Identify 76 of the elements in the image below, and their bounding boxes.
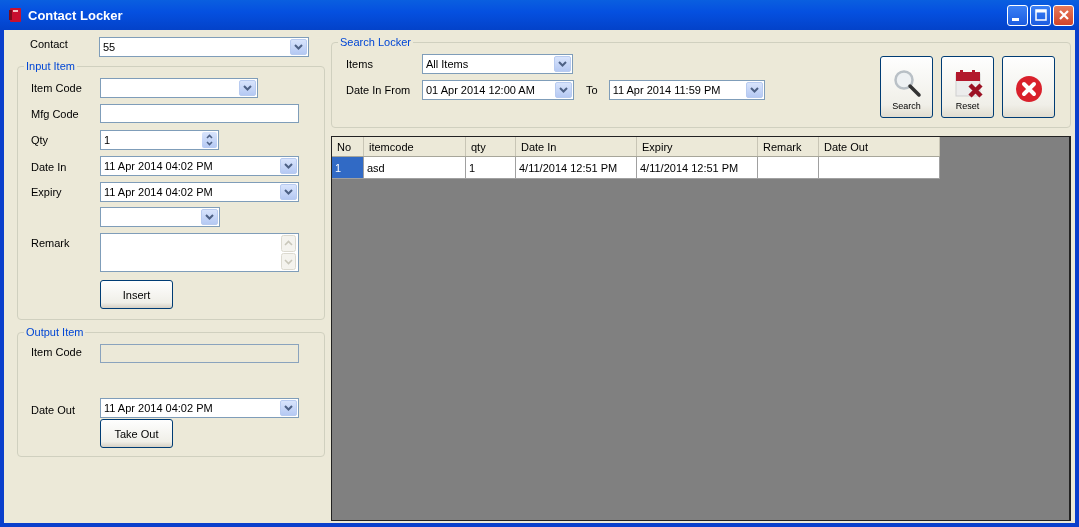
- date-picker[interactable]: 11 Apr 2014 11:59 PM: [608, 80, 765, 100]
- dropdown[interactable]: [100, 78, 258, 98]
- dropdown-button[interactable]: [239, 80, 256, 96]
- group-title: Search Locker: [338, 36, 413, 49]
- minimize-icon: [1012, 17, 1019, 21]
- field-label: Date Out: [31, 404, 76, 416]
- app-icon: [8, 7, 22, 23]
- window-title: Contact Locker: [28, 7, 124, 23]
- text-field[interactable]: [100, 104, 299, 123]
- table-cell: 1: [465, 156, 516, 179]
- field-label: Items: [346, 58, 374, 70]
- insert-button[interactable]: Insert: [100, 280, 173, 309]
- chevron-down-icon: [284, 163, 293, 169]
- chevron-down-icon: [559, 87, 568, 93]
- dropdown-button[interactable]: [280, 184, 297, 200]
- chevron-down-icon: [284, 405, 293, 411]
- date-picker[interactable]: 01 Apr 2014 12:00 AM: [422, 80, 574, 100]
- date-picker[interactable]: 11 Apr 2014 04:02 PM: [100, 182, 299, 202]
- group-title: Input Item: [24, 60, 77, 73]
- spin-button[interactable]: [202, 132, 217, 148]
- field-label: Item Code: [31, 82, 82, 94]
- take-out-button[interactable]: Take Out: [100, 419, 173, 448]
- chevron-down-icon: [749, 87, 759, 93]
- chevron-down-icon: [243, 85, 252, 91]
- scroll-down-icon: [281, 253, 296, 270]
- minimize-button[interactable]: [1007, 4, 1028, 26]
- date-picker[interactable]: 11 Apr 2014 04:02 PM: [100, 398, 299, 418]
- dropdown[interactable]: [100, 207, 220, 227]
- reset-button[interactable]: Reset: [941, 56, 994, 118]
- field-label: Contact: [30, 38, 68, 50]
- magnifier-icon: [891, 67, 922, 98]
- dropdown-button[interactable]: [201, 209, 218, 225]
- close-button[interactable]: [1002, 56, 1055, 118]
- number-field[interactable]: 1: [100, 130, 219, 150]
- column-header[interactable]: Remark: [757, 137, 819, 157]
- column-header[interactable]: Date In: [515, 137, 637, 157]
- maximize-icon: [1034, 9, 1047, 21]
- table-cell: asd: [363, 156, 466, 179]
- scroll-up-icon: [281, 235, 296, 252]
- chevron-down-icon: [558, 61, 567, 67]
- field-label: Qty: [31, 134, 49, 146]
- column-header[interactable]: Expiry: [636, 137, 758, 157]
- remark-field[interactable]: [100, 233, 299, 272]
- calendar-x-icon: [952, 67, 983, 98]
- field-label: Item Code: [31, 346, 82, 358]
- up-down-arrows-icon: [206, 134, 213, 146]
- field-label: Expiry: [31, 186, 62, 198]
- field-label: To: [586, 84, 598, 96]
- group-title: Output Item: [24, 326, 86, 339]
- table-cell: 4/11/2014 12:51 PM: [636, 156, 758, 179]
- chevron-down-icon: [294, 44, 303, 50]
- chevron-down-icon: [284, 189, 293, 195]
- column-header[interactable]: qty: [465, 137, 516, 157]
- dropdown[interactable]: 55: [99, 37, 309, 57]
- field-label: Date In: [31, 161, 67, 173]
- close-icon: [1057, 9, 1070, 21]
- table-cell[interactable]: 1: [332, 156, 364, 179]
- dropdown-button[interactable]: [280, 400, 297, 416]
- dropdown-button[interactable]: [554, 56, 571, 72]
- dropdown-button[interactable]: [745, 82, 763, 98]
- field-label: Date In From: [346, 84, 412, 96]
- table-cell: 4/11/2014 12:51 PM: [515, 156, 637, 179]
- date-picker[interactable]: 11 Apr 2014 04:02 PM: [100, 156, 299, 176]
- dropdown-button[interactable]: [555, 82, 572, 98]
- close-circle-icon: [1013, 74, 1044, 104]
- field-label: Mfg Code: [31, 108, 79, 120]
- maximize-button[interactable]: [1030, 4, 1051, 26]
- dropdown[interactable]: All Items: [422, 54, 573, 74]
- search-button[interactable]: Search: [880, 56, 933, 118]
- dropdown-button[interactable]: [280, 158, 297, 174]
- dropdown-button[interactable]: [290, 39, 307, 55]
- field-label: Remark: [31, 237, 70, 249]
- chevron-down-icon: [205, 214, 214, 220]
- column-header[interactable]: itemcode: [363, 137, 466, 157]
- column-header[interactable]: No: [332, 137, 364, 157]
- column-header[interactable]: Date Out: [818, 137, 940, 157]
